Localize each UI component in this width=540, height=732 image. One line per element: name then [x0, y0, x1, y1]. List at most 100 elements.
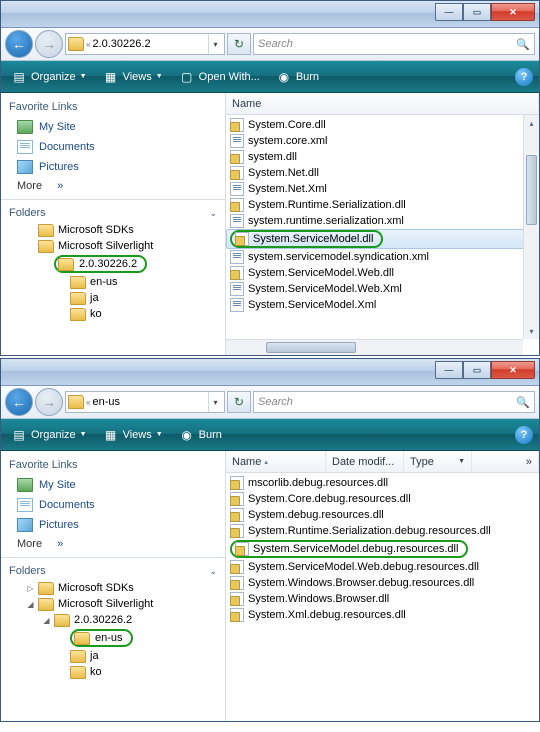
dll-icon [230, 166, 244, 180]
tree-node[interactable]: en-us [9, 274, 219, 290]
file-row[interactable]: mscorlib.debug.resources.dll [226, 475, 539, 491]
breadcrumb[interactable]: « 2.0.30226.2 ▾ [65, 33, 225, 55]
close-button[interactable]: ✕ [491, 361, 535, 379]
breadcrumb-folder[interactable]: en-us [92, 396, 206, 408]
organize-button[interactable]: ▤Organize▼ [7, 67, 91, 87]
column-date[interactable]: Date modif... [326, 451, 404, 472]
column-more[interactable]: » [472, 451, 539, 472]
breadcrumb-dropdown[interactable]: ▾ [208, 34, 222, 54]
file-row[interactable]: system.dll [226, 149, 539, 165]
folders-header[interactable]: Folders⌄ [7, 562, 219, 580]
help-button[interactable]: ? [515, 426, 533, 444]
file-row[interactable]: System.ServiceModel.Web.dll [226, 265, 539, 281]
file-row[interactable]: System.Runtime.Serialization.dll [226, 197, 539, 213]
folders-header[interactable]: Folders⌄ [7, 204, 219, 222]
tree-node[interactable]: en-us [9, 628, 219, 648]
file-row[interactable]: System.Xml.debug.resources.dll [226, 607, 539, 623]
tree-node[interactable]: ▷Microsoft SDKs [9, 580, 219, 596]
file-row[interactable]: System.Core.debug.resources.dll [226, 491, 539, 507]
tree-label: ko [88, 665, 104, 679]
fav-link-pictures[interactable]: Pictures [9, 157, 217, 177]
file-row[interactable]: System.debug.resources.dll [226, 507, 539, 523]
breadcrumb-folder[interactable]: 2.0.30226.2 [92, 38, 206, 50]
xml-icon [230, 282, 244, 296]
maximize-button[interactable]: ▭ [463, 3, 491, 21]
file-row[interactable]: system.servicemodel.syndication.xml [226, 249, 539, 265]
file-list[interactable]: mscorlib.debug.resources.dllSystem.Core.… [226, 473, 539, 721]
file-row[interactable]: System.ServiceModel.Web.debug.resources.… [226, 559, 539, 575]
forward-button[interactable]: → [35, 388, 63, 416]
back-button[interactable]: ← [5, 388, 33, 416]
forward-button[interactable]: → [35, 30, 63, 58]
tree-node[interactable]: ja [9, 648, 219, 664]
file-row[interactable]: system.core.xml [226, 133, 539, 149]
burn-icon: ◉ [179, 427, 195, 443]
refresh-button[interactable]: ↻ [227, 33, 251, 55]
breadcrumb[interactable]: « en-us ▾ [65, 391, 225, 413]
file-row[interactable]: System.ServiceModel.Xml [226, 297, 539, 313]
column-name[interactable]: Name▴ [226, 451, 326, 472]
file-row[interactable]: System.ServiceModel.debug.resources.dll [226, 539, 539, 559]
folder-icon [38, 598, 54, 611]
minimize-button[interactable]: — [435, 3, 463, 21]
file-row[interactable]: System.Net.dll [226, 165, 539, 181]
file-row[interactable]: System.Windows.Browser.dll [226, 591, 539, 607]
titlebar[interactable]: — ▭ ✕ [1, 1, 539, 28]
dll-icon [230, 118, 244, 132]
file-list[interactable]: System.Core.dllsystem.core.xmlsystem.dll… [226, 115, 539, 355]
refresh-button[interactable]: ↻ [227, 391, 251, 413]
minimize-button[interactable]: — [435, 361, 463, 379]
file-row[interactable]: System.Core.dll [226, 117, 539, 133]
vertical-scrollbar[interactable]: ▴▾ [523, 115, 539, 339]
tree-node[interactable]: Microsoft SDKs [9, 222, 219, 238]
fav-link-documents[interactable]: Documents [9, 137, 217, 157]
fav-link-mysite[interactable]: My Site [9, 475, 217, 495]
file-row[interactable]: System.ServiceModel.dll [226, 229, 539, 249]
expand-icon[interactable]: ▷ [25, 584, 36, 593]
tree-node[interactable]: Microsoft Silverlight [9, 238, 219, 254]
expand-icon[interactable]: ◢ [25, 600, 36, 609]
views-button[interactable]: ▦Views▼ [99, 425, 167, 445]
tree-node[interactable]: ◢Microsoft Silverlight [9, 596, 219, 612]
search-input[interactable]: Search 🔍 [253, 33, 535, 55]
fav-link-more[interactable]: More » [9, 177, 217, 195]
dll-icon [230, 492, 244, 506]
search-icon: 🔍 [516, 396, 530, 409]
sidebar: Favorite Links My Site Documents Picture… [1, 451, 226, 721]
views-button[interactable]: ▦Views▼ [99, 67, 167, 87]
folder-icon [70, 276, 86, 289]
burn-button[interactable]: ◉Burn [272, 67, 323, 87]
fav-link-pictures[interactable]: Pictures [9, 515, 217, 535]
horizontal-scrollbar[interactable] [226, 339, 523, 355]
maximize-button[interactable]: ▭ [463, 361, 491, 379]
file-row[interactable]: System.Runtime.Serialization.debug.resou… [226, 523, 539, 539]
column-type[interactable]: Type▼ [404, 451, 472, 472]
tree-node[interactable]: ko [9, 664, 219, 680]
tree-node[interactable]: ja [9, 290, 219, 306]
help-button[interactable]: ? [515, 68, 533, 86]
scrollbar-thumb[interactable] [526, 155, 537, 225]
file-row[interactable]: System.Net.Xml [226, 181, 539, 197]
column-name[interactable]: Name [226, 93, 539, 114]
breadcrumb-dropdown[interactable]: ▾ [208, 392, 222, 412]
expand-icon[interactable]: ◢ [41, 616, 52, 625]
fav-link-mysite[interactable]: My Site [9, 117, 217, 137]
organize-button[interactable]: ▤Organize▼ [7, 425, 91, 445]
file-row[interactable]: system.runtime.serialization.xml [226, 213, 539, 229]
file-row[interactable]: System.Windows.Browser.debug.resources.d… [226, 575, 539, 591]
titlebar[interactable]: — ▭ ✕ [1, 359, 539, 386]
tree-node[interactable]: ◢2.0.30226.2 [9, 612, 219, 628]
folder-icon [70, 650, 86, 663]
close-button[interactable]: ✕ [491, 3, 535, 21]
tree-node[interactable]: ko [9, 306, 219, 322]
back-button[interactable]: ← [5, 30, 33, 58]
scrollbar-thumb[interactable] [266, 342, 356, 353]
fav-link-documents[interactable]: Documents [9, 495, 217, 515]
search-input[interactable]: Search 🔍 [253, 391, 535, 413]
fav-link-more[interactable]: More » [9, 535, 217, 553]
burn-button[interactable]: ◉Burn [175, 425, 226, 445]
open-with-button[interactable]: ▢Open With... [175, 67, 264, 87]
file-row[interactable]: System.ServiceModel.Web.Xml [226, 281, 539, 297]
tree-node[interactable]: 2.0.30226.2 [9, 254, 219, 274]
file-name: System.ServiceModel.Web.dll [248, 267, 394, 279]
